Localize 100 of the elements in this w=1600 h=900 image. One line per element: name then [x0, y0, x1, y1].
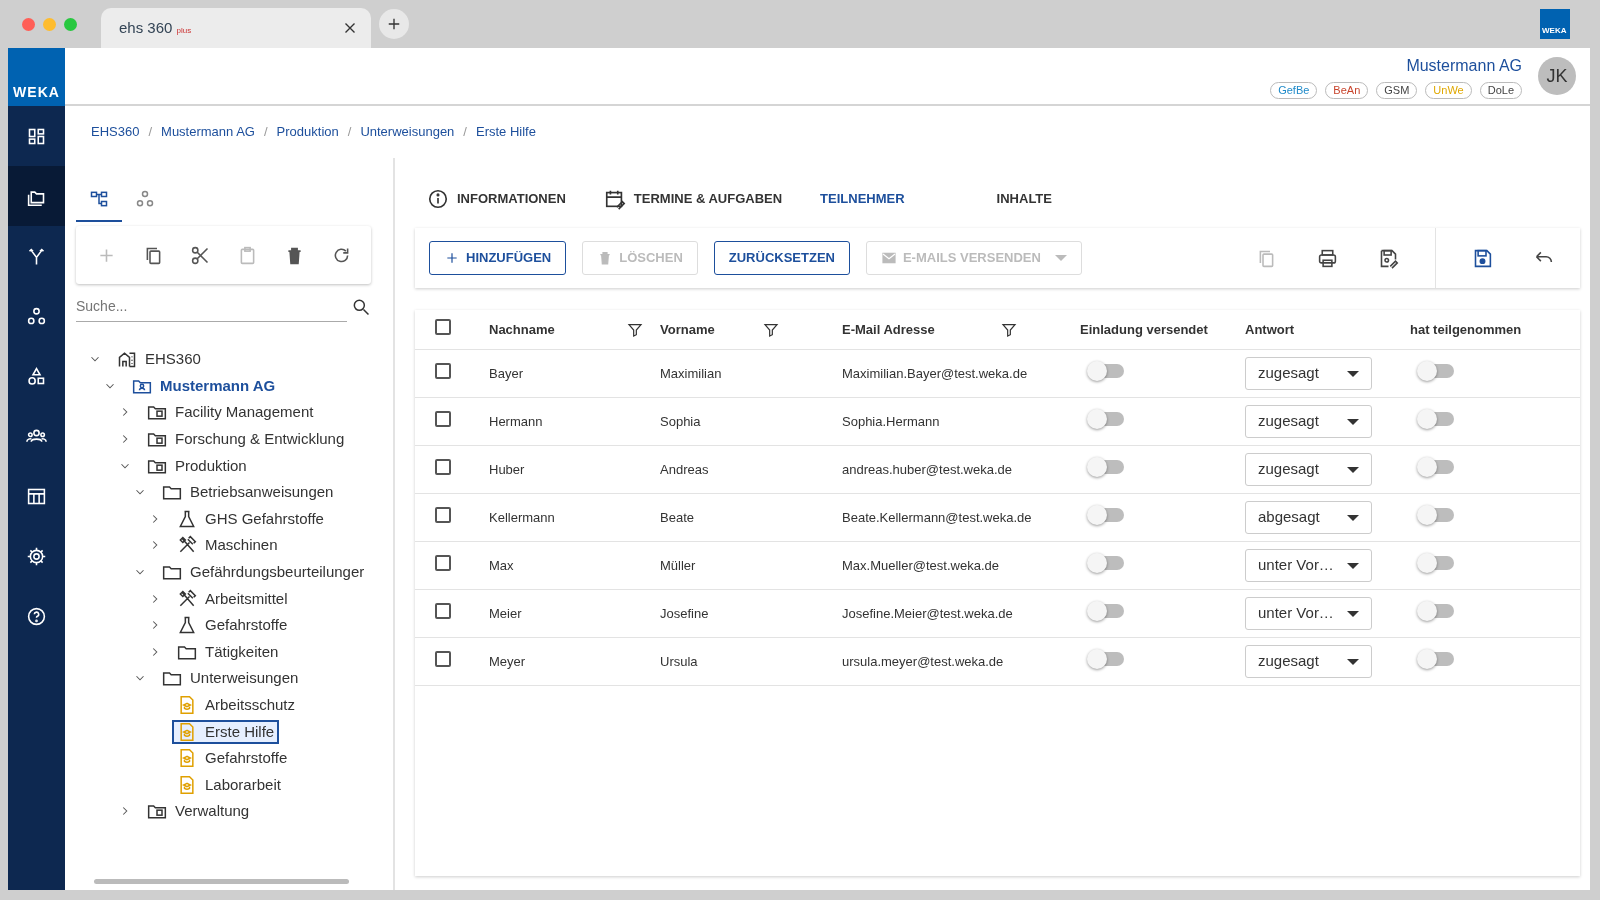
breadcrumb-link[interactable]: Unterweisungen	[360, 122, 455, 142]
table-cell: Kellermann	[489, 509, 555, 525]
tree-item[interactable]: Gefahrstoffe	[172, 746, 293, 771]
search-icon[interactable]	[351, 297, 371, 317]
answer-dropdown[interactable]: unter Vor…	[1245, 549, 1372, 582]
toggle-switch[interactable]	[1090, 507, 1124, 522]
table-cell: Müller	[660, 557, 696, 573]
table-cell: Josefine.Meier@test.weka.de	[842, 605, 1013, 621]
tree-item[interactable]: Laborarbeit	[172, 772, 286, 797]
tab-logo: ehs 360 plus	[119, 17, 192, 38]
new-tab-button[interactable]	[379, 9, 409, 39]
tab[interactable]: INFORMATIONEN	[415, 170, 566, 228]
tree-item[interactable]: EHS360	[112, 347, 206, 372]
tree-item[interactable]: Gefährdungsbeurteilunger	[157, 560, 370, 585]
table-cell: Max	[489, 557, 514, 573]
document-icon	[177, 774, 197, 795]
document-icon	[177, 695, 197, 715]
answer-dropdown[interactable]: abgesagt	[1245, 501, 1372, 534]
tree-item[interactable]: Forschung & Entwicklung	[142, 427, 350, 452]
toggle-switch[interactable]	[1420, 651, 1454, 666]
table-cell: Hermann	[489, 413, 543, 429]
action-button[interactable]: ZURÜCKSETZEN	[713, 241, 850, 275]
window-control-dot[interactable]	[43, 17, 56, 31]
breadcrumb-link[interactable]: Mustermann AG	[161, 122, 255, 142]
nodes-icon	[135, 189, 155, 209]
tree-item[interactable]: Erste Hilfe	[172, 719, 280, 744]
tree-item[interactable]: Verwaltung	[142, 799, 255, 824]
answer-dropdown[interactable]: zugesagt	[1245, 357, 1372, 390]
column-header: Einladung versendet	[1080, 320, 1208, 339]
caret-icon	[1054, 255, 1067, 261]
breadcrumb-separator: /	[347, 123, 352, 142]
breadcrumb-link[interactable]: EHS360	[91, 122, 140, 142]
nodes-icon	[26, 305, 47, 327]
toggle-switch[interactable]	[1090, 651, 1124, 666]
checkbox[interactable]	[435, 458, 451, 475]
tree-item[interactable]: Tätigkeiten	[172, 639, 284, 664]
filter-icon[interactable]	[626, 321, 643, 338]
toggle-switch[interactable]	[1420, 603, 1454, 618]
tree-item[interactable]: GHS Gefahrstoffe	[172, 506, 329, 531]
tree-item[interactable]: Gefahrstoffe	[172, 613, 293, 638]
save-edit-icon	[1378, 247, 1399, 269]
sidebar-item[interactable]	[8, 166, 65, 226]
tree-item[interactable]: Mustermann AG	[127, 373, 281, 398]
checkbox[interactable]	[435, 650, 451, 667]
toggle-switch[interactable]	[1090, 363, 1124, 378]
toggle-switch[interactable]	[1420, 507, 1454, 522]
user-avatar[interactable]: JK	[1538, 57, 1576, 95]
breadcrumb-separator: /	[463, 123, 467, 142]
table-cell: Meyer	[489, 653, 526, 669]
filter-icon[interactable]	[1000, 321, 1017, 338]
document-icon	[177, 721, 197, 742]
breadcrumb-link[interactable]: Produktion	[276, 122, 339, 142]
toggle-switch[interactable]	[1420, 459, 1454, 474]
toggle-switch[interactable]	[1090, 603, 1124, 618]
breadcrumb-separator: /	[148, 123, 153, 142]
cut-icon	[189, 244, 211, 266]
building-icon	[117, 349, 137, 370]
toggle-switch[interactable]	[1420, 555, 1454, 570]
tree-item[interactable]: Facility Management	[142, 400, 319, 425]
answer-dropdown[interactable]: zugesagt	[1245, 453, 1372, 486]
toggle-switch[interactable]	[1090, 555, 1124, 570]
caret-icon	[1347, 466, 1359, 473]
action-button[interactable]: HINZUFÜGEN	[429, 241, 567, 275]
flask-icon	[177, 508, 197, 529]
breadcrumb-separator: /	[264, 123, 268, 142]
tree-item[interactable]: Arbeitsmittel	[172, 586, 293, 611]
table-cell: Maximilian.Bayer@test.weka.de	[842, 365, 1028, 381]
checkbox[interactable]	[435, 410, 451, 427]
breadcrumb-link[interactable]: Erste Hilfe	[475, 122, 536, 142]
document-icon	[177, 748, 197, 769]
tree-item[interactable]: Produktion	[142, 453, 252, 478]
tree-item[interactable]: Maschinen	[172, 533, 283, 558]
tab[interactable]: TERMINE & AUFGABEN	[591, 170, 783, 228]
table-cell: Beate.Kellermann@test.weka.de	[842, 509, 1032, 525]
answer-dropdown[interactable]: unter Vor…	[1245, 597, 1372, 630]
toggle-switch[interactable]	[1420, 411, 1454, 426]
caret-icon	[1347, 562, 1359, 569]
browser-tab[interactable]: ehs 360 plus	[101, 8, 371, 48]
checkbox[interactable]	[435, 602, 451, 619]
table-cell: Meier	[489, 605, 522, 621]
scrollbar[interactable]	[94, 879, 349, 884]
filter-icon[interactable]	[762, 321, 779, 338]
toggle-switch[interactable]	[1090, 459, 1124, 474]
checkbox[interactable]	[435, 554, 451, 571]
tree-item[interactable]: Arbeitsschutz	[172, 693, 301, 717]
answer-dropdown[interactable]: zugesagt	[1245, 645, 1372, 678]
answer-dropdown[interactable]: zugesagt	[1245, 405, 1372, 438]
checkbox[interactable]	[435, 362, 451, 379]
tree-item[interactable]: Unterweisungen	[157, 666, 304, 691]
table-cell: Sophia.Hermann	[842, 413, 940, 429]
window-control-dot[interactable]	[22, 17, 35, 31]
table-cell: Beate	[660, 509, 694, 525]
window-control-dot[interactable]	[64, 17, 77, 31]
toggle-switch[interactable]	[1090, 411, 1124, 426]
checkbox[interactable]	[435, 318, 451, 335]
tab[interactable]: TEILNEHMER	[808, 170, 905, 228]
tree-item[interactable]: Betriebsanweisungen	[157, 480, 339, 505]
checkbox[interactable]	[435, 506, 451, 523]
tab[interactable]: INHALTE	[984, 170, 1052, 228]
toggle-switch[interactable]	[1420, 363, 1454, 378]
